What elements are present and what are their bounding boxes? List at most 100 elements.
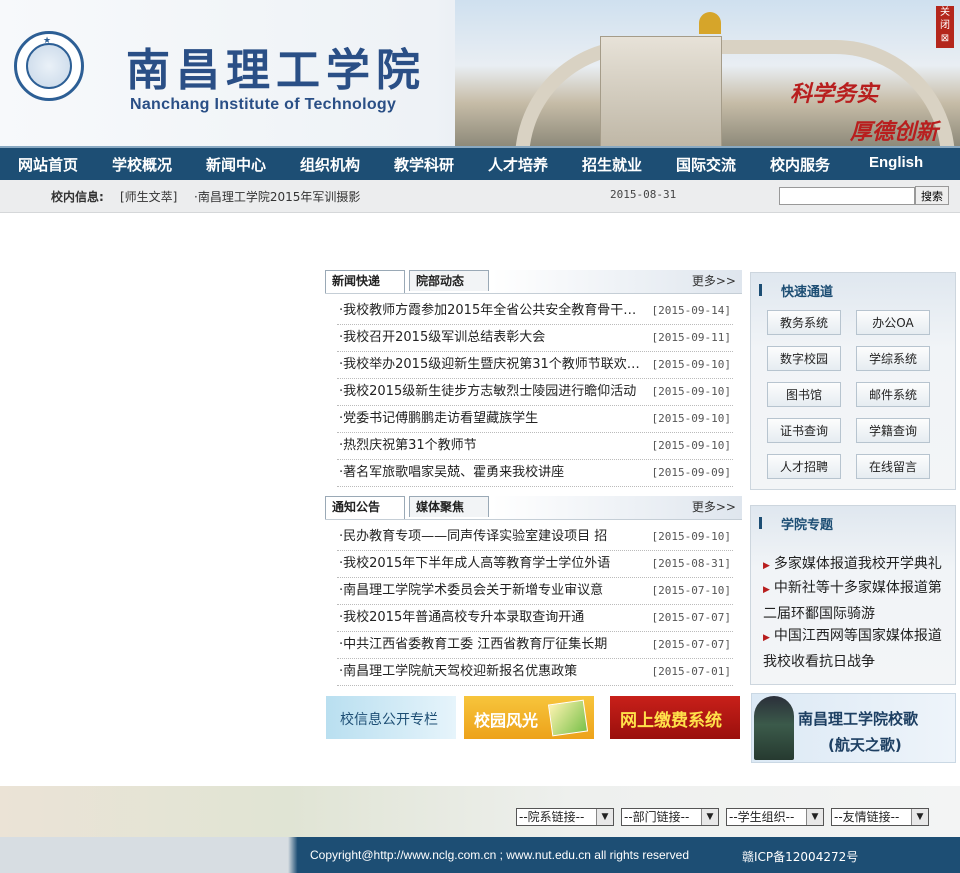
topic-link[interactable]: ▶ 中新社等十多家媒体报道第二届环鄱国际骑游	[763, 576, 949, 626]
news-more-link[interactable]: 更多>>	[692, 272, 736, 289]
nav-about[interactable]: 学校概况	[112, 154, 172, 175]
notice-date: [2015-09-10]	[651, 530, 731, 543]
campus-scenery-label: 校园风光	[474, 711, 539, 730]
nav-admission-employment[interactable]: 招生就业	[582, 154, 642, 175]
notice-title: ·南昌理工学院学术委员会关于新增专业审议意	[339, 583, 604, 598]
tab-news-express[interactable]: 新闻快递	[325, 270, 405, 293]
slogan-line-2: 厚德创新	[850, 119, 939, 145]
news-date: [2015-09-14]	[651, 304, 731, 317]
news-date: [2015-09-10]	[651, 358, 731, 371]
tab-notices[interactable]: 通知公告	[325, 496, 405, 519]
news-date: [2015-09-10]	[651, 385, 731, 398]
news-title: ·热烈庆祝第31个教师节	[339, 438, 477, 453]
arrow-right-icon: ▶	[763, 585, 770, 595]
notice-item[interactable]: ·南昌理工学院学术委员会关于新增专业审议意 [2015-07-10]	[337, 578, 733, 605]
nav-international[interactable]: 国际交流	[676, 154, 736, 175]
nav-campus-services[interactable]: 校内服务	[770, 154, 830, 175]
news-title: ·我校教师方霞参加2015年全省公共安全教育骨干培训	[339, 303, 647, 318]
slogan-line-1: 科学务实	[790, 81, 879, 107]
search-input[interactable]	[779, 187, 915, 205]
office-links-select[interactable]: --部门链接-- ▼	[621, 808, 719, 826]
student-status-query-button[interactable]: 学籍查询	[856, 418, 930, 443]
friend-links-select[interactable]: --友情链接-- ▼	[831, 808, 929, 826]
nav-news[interactable]: 新闻中心	[206, 154, 266, 175]
office-oa-button[interactable]: 办公OA	[856, 310, 930, 335]
info-disclosure-banner[interactable]: 校信息公开专栏	[326, 696, 456, 739]
news-item[interactable]: ·著名军旅歌唱家吴兢、霍勇来我校讲座 [2015-09-09]	[337, 460, 733, 487]
notice-list: ·民办教育专项——同声传译实验室建设项目 招 [2015-09-10] ·我校20…	[337, 524, 733, 686]
notice-item[interactable]: ·我校2015年普通高校专升本录取查询开通 [2015-07-07]	[337, 605, 733, 632]
academic-affairs-button[interactable]: 教务系统	[767, 310, 841, 335]
search-button[interactable]: 搜索	[915, 186, 949, 205]
notice-tabs: 通知公告 媒体聚焦 更多>>	[325, 496, 742, 520]
singer-image	[754, 696, 794, 760]
mail-system-button[interactable]: 邮件系统	[856, 382, 930, 407]
news-item[interactable]: ·我校2015级新生徒步方志敏烈士陵园进行瞻仰活动 [2015-09-10]	[337, 379, 733, 406]
library-button[interactable]: 图书馆	[767, 382, 841, 407]
student-org-select[interactable]: --学生组织-- ▼	[726, 808, 824, 826]
campus-scenery-banner[interactable]: 校园风光	[464, 696, 594, 739]
news-item[interactable]: ·我校举办2015级迎新生暨庆祝第31个教师节联欢晚会 [2015-09-10]	[337, 352, 733, 379]
info-news-link[interactable]: ·南昌理工学院2015年军训摄影	[194, 188, 360, 205]
school-name-en: Nanchang Institute of Technology	[130, 96, 397, 113]
topic-link[interactable]: ▶ 中国江西网等国家媒体报道我校收看抗日战争	[763, 624, 949, 674]
close-label: 关闭	[940, 7, 950, 31]
news-title: ·我校2015级新生徒步方志敏烈士陵园进行瞻仰活动	[339, 384, 637, 399]
notice-item[interactable]: ·我校2015年下半年成人高等教育学士学位外语 [2015-08-31]	[337, 551, 733, 578]
arrow-right-icon: ▶	[763, 561, 770, 571]
news-title: ·著名军旅歌唱家吴兢、霍勇来我校讲座	[339, 465, 565, 480]
notice-title: ·民办教育专项——同声传译实验室建设项目 招	[339, 529, 608, 544]
notice-title: ·我校2015年普通高校专升本录取查询开通	[339, 610, 585, 625]
certificate-query-button[interactable]: 证书查询	[767, 418, 841, 443]
info-category-link[interactable]: [师生文萃]	[120, 188, 177, 205]
notice-title: ·南昌理工学院航天驾校迎新报名优惠政策	[339, 664, 578, 679]
tab-media-focus[interactable]: 媒体聚焦	[409, 496, 489, 517]
topic-link[interactable]: ▶ 多家媒体报道我校开学典礼	[763, 552, 949, 578]
notice-date: [2015-08-31]	[651, 557, 731, 570]
school-song-subtitle: (航天之歌)	[828, 736, 902, 754]
tab-department-news[interactable]: 院部动态	[409, 270, 489, 291]
news-item[interactable]: ·我校教师方霞参加2015年全省公共安全教育骨干培训 [2015-09-14]	[337, 298, 733, 325]
nav-organization[interactable]: 组织机构	[300, 154, 360, 175]
nav-teaching-research[interactable]: 教学科研	[394, 154, 454, 175]
notice-item[interactable]: ·中共江西省委教育工委 江西省教育厅征集长期 [2015-07-07]	[337, 632, 733, 659]
online-message-button[interactable]: 在线留言	[856, 454, 930, 479]
news-tabs: 新闻快递 院部动态 更多>>	[325, 270, 742, 294]
main-nav: 网站首页 学校概况 新闻中心 组织机构 教学科研 人才培养 招生就业 国际交流 …	[0, 146, 960, 180]
school-song-title: 南昌理工学院校歌	[798, 710, 919, 728]
nav-english[interactable]: English	[869, 154, 923, 171]
notice-item[interactable]: ·南昌理工学院航天驾校迎新报名优惠政策 [2015-07-01]	[337, 659, 733, 686]
notice-more-link[interactable]: 更多>>	[692, 498, 736, 515]
footer-bottom: Copyright@http://www.nclg.com.cn ; www.n…	[0, 837, 960, 873]
quick-access-box: 快速通道 教务系统 办公OA 数字校园 学综系统 图书馆 邮件系统 证书查询 学…	[750, 272, 956, 490]
arrow-right-icon: ▶	[763, 633, 770, 643]
chevron-down-icon: ▼	[701, 809, 718, 825]
nav-home[interactable]: 网站首页	[18, 154, 78, 175]
school-song-banner[interactable]: 南昌理工学院校歌 (航天之歌)	[751, 693, 956, 763]
news-item[interactable]: ·热烈庆祝第31个教师节 [2015-09-10]	[337, 433, 733, 460]
student-system-button[interactable]: 学综系统	[856, 346, 930, 371]
digital-campus-button[interactable]: 数字校园	[767, 346, 841, 371]
online-payment-banner[interactable]: 网上缴费系统	[610, 696, 740, 739]
notice-panel: 通知公告 媒体聚焦 更多>> ·民办教育专项——同声传译实验室建设项目 招 [20…	[325, 496, 742, 686]
notice-title: ·中共江西省委教育工委 江西省教育厅征集长期	[339, 637, 608, 652]
icp-number: 赣ICP备12004272号	[742, 850, 859, 864]
info-bar: 校内信息: [师生文萃] ·南昌理工学院2015年军训摄影 2015-08-31…	[0, 180, 960, 213]
topics-title: 学院专题	[759, 514, 833, 533]
news-panel: 新闻快递 院部动态 更多>> ·我校教师方霞参加2015年全省公共安全教育骨干培…	[325, 270, 742, 487]
recruitment-button[interactable]: 人才招聘	[767, 454, 841, 479]
department-links-select[interactable]: --院系链接-- ▼	[516, 808, 614, 826]
news-title: ·党委书记傅鹏鹏走访看望藏族学生	[339, 411, 539, 426]
nav-talent-training[interactable]: 人才培养	[488, 154, 548, 175]
topics-box: 学院专题 ▶ 多家媒体报道我校开学典礼 ▶ 中新社等十多家媒体报道第二届环鄱国际骑游…	[750, 505, 956, 685]
news-date: [2015-09-11]	[651, 331, 731, 344]
news-date: [2015-09-10]	[651, 439, 731, 452]
school-seal-logo: ★	[14, 31, 84, 101]
notice-date: [2015-07-10]	[651, 584, 731, 597]
news-item[interactable]: ·我校召开2015级军训总结表彰大会 [2015-09-11]	[337, 325, 733, 352]
chevron-down-icon: ▼	[596, 809, 613, 825]
news-item[interactable]: ·党委书记傅鹏鹏走访看望藏族学生 [2015-09-10]	[337, 406, 733, 433]
close-button[interactable]: 关闭 ⊠	[936, 6, 954, 48]
notice-item[interactable]: ·民办教育专项——同声传译实验室建设项目 招 [2015-09-10]	[337, 524, 733, 551]
notice-date: [2015-07-07]	[651, 611, 731, 624]
